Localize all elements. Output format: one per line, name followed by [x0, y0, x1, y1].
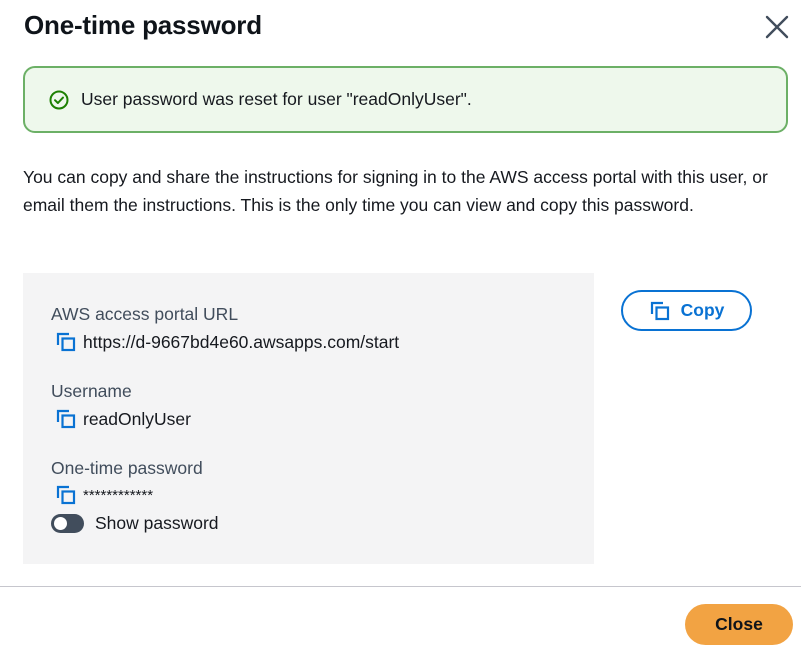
username-value: readOnlyUser [83, 408, 191, 429]
close-icon[interactable] [763, 13, 791, 41]
copy-icon[interactable] [55, 408, 77, 430]
portal-url-value: https://d-9667bd4e60.awsapps.com/start [83, 331, 400, 352]
success-alert: User password was reset for user "readOn… [23, 66, 788, 133]
footer-divider [0, 586, 801, 587]
password-row: ************ [55, 484, 153, 506]
username-row: readOnlyUser [55, 408, 191, 430]
copy-icon[interactable] [55, 484, 77, 506]
username-label: Username [51, 381, 132, 401]
copy-icon [649, 300, 671, 322]
check-circle-icon [49, 90, 69, 110]
instructions-text: You can copy and share the instructions … [23, 167, 768, 215]
show-password-toggle-row: Show password [51, 513, 219, 534]
password-value: ************ [83, 486, 154, 504]
close-button[interactable]: Close [685, 604, 793, 645]
credentials-panel: AWS access portal URL https://d-9667bd4e… [23, 273, 594, 564]
dialog-title: One-time password [24, 10, 262, 40]
portal-url-label: AWS access portal URL [51, 304, 239, 324]
portal-url-row: https://d-9667bd4e60.awsapps.com/start [55, 331, 399, 353]
copy-button-label: Copy [680, 300, 725, 320]
copy-icon[interactable] [55, 331, 77, 353]
copy-button[interactable]: Copy [621, 290, 752, 331]
password-label: One-time password [51, 458, 203, 478]
show-password-label[interactable]: Show password [95, 513, 219, 534]
show-password-toggle[interactable] [51, 514, 84, 533]
alert-message: User password was reset for user "readOn… [81, 89, 472, 109]
toggle-knob [54, 517, 67, 530]
